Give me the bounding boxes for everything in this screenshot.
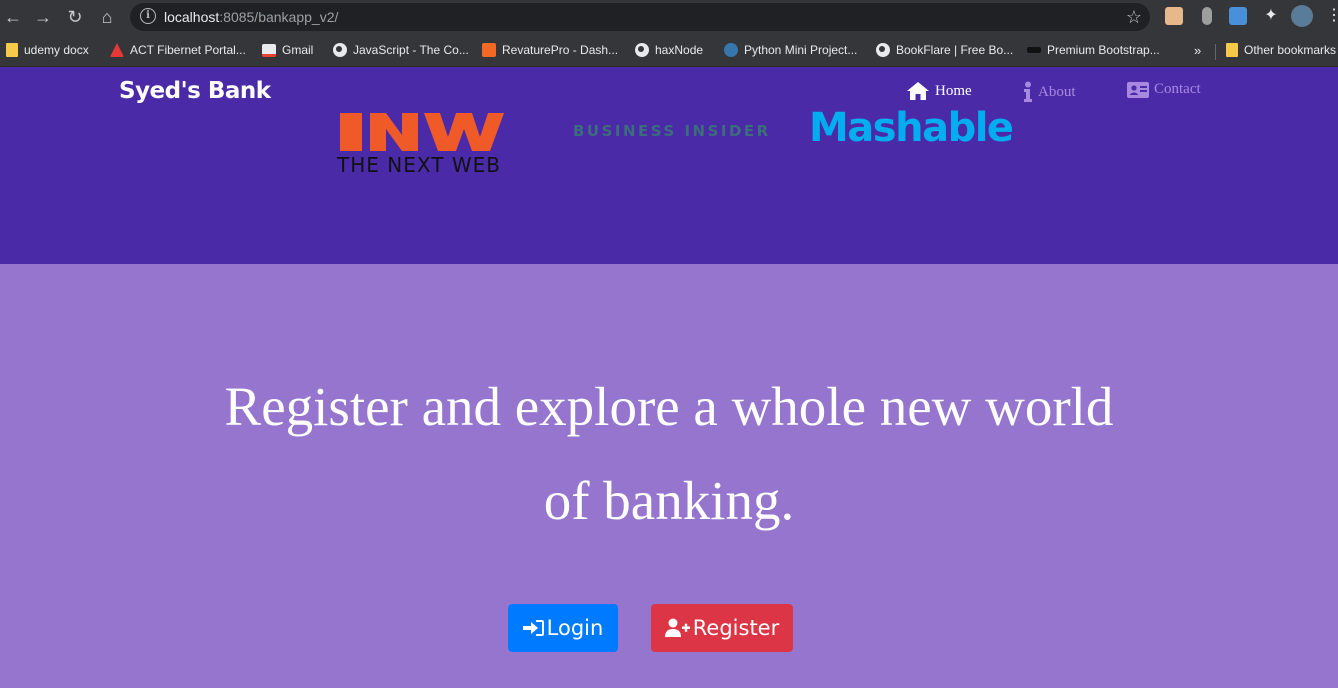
folder-icon: [1226, 43, 1238, 57]
extension-face-icon[interactable]: [1165, 7, 1183, 25]
login-button[interactable]: Login: [508, 604, 618, 652]
home-icon: [907, 82, 929, 100]
globe-icon: [876, 43, 890, 57]
bookmark-python-mini[interactable]: Python Mini Project...: [724, 41, 857, 59]
act-icon: [110, 43, 124, 57]
extension-bulb-icon[interactable]: [1202, 7, 1212, 25]
tnw-caption: THE NEXT WEB: [337, 153, 501, 177]
extension-screen-icon[interactable]: [1229, 7, 1247, 25]
address-bar[interactable]: i localhost:8085/bankapp_v2/ ☆: [130, 3, 1150, 31]
headline-line-1: Register and explore a whole new world: [224, 376, 1114, 437]
tnw-mark: [340, 113, 504, 151]
nav-contact[interactable]: Contact: [1127, 81, 1201, 98]
brand-logo[interactable]: Syed's Bank: [119, 78, 271, 104]
bookmark-revaturepro[interactable]: RevaturePro - Dash...: [482, 41, 618, 59]
site-header: Syed's Bank Home About Contact THE NEXT …: [0, 67, 1338, 264]
profile-avatar[interactable]: [1291, 5, 1313, 27]
bookmark-premium-bootstrap[interactable]: Premium Bootstrap...: [1027, 41, 1160, 59]
mashable-logo: Mashable: [809, 105, 1014, 151]
bookmark-udemy-docx[interactable]: udemy docx: [6, 41, 89, 59]
browser-toolbar: ← → ↻ ⌂ i localhost:8085/bankapp_v2/ ☆ ✦…: [0, 0, 1338, 34]
bookmark-bookflare[interactable]: BookFlare | Free Bo...: [876, 41, 1013, 59]
bootstrap-icon: [1027, 47, 1041, 53]
bookmark-act-fibernet[interactable]: ACT Fibernet Portal...: [110, 41, 246, 59]
gmail-icon: [262, 43, 276, 57]
forward-arrow-icon[interactable]: →: [32, 6, 54, 28]
bookmark-star-icon[interactable]: ☆: [1126, 7, 1142, 28]
user-plus-icon: [664, 618, 690, 637]
headline-line-2: of banking.: [543, 470, 795, 531]
contact-card-icon: [1127, 81, 1149, 98]
bookmark-javascript[interactable]: JavaScript - The Co...: [333, 41, 469, 59]
revature-icon: [482, 43, 496, 57]
business-insider-logo: BUSINESS INSIDER: [573, 122, 771, 140]
url-text[interactable]: localhost:8085/bankapp_v2/: [164, 9, 338, 25]
back-arrow-icon[interactable]: ←: [2, 6, 24, 28]
info-icon: [1024, 81, 1032, 102]
nav-home[interactable]: Home: [906, 81, 972, 101]
other-bookmarks[interactable]: Other bookmarks: [1226, 41, 1336, 59]
python-icon: [724, 43, 738, 57]
globe-icon: [333, 43, 347, 57]
home-browser-icon[interactable]: ⌂: [96, 6, 118, 28]
bookmarks-bar: udemy docx ACT Fibernet Portal... Gmail …: [0, 34, 1338, 67]
bookmark-haxnode[interactable]: haxNode: [635, 41, 703, 59]
tnw-logo: THE NEXT WEB: [326, 113, 512, 177]
extensions-puzzle-icon[interactable]: ✦: [1262, 7, 1280, 25]
bookmarks-divider: [1215, 44, 1216, 60]
hero-headline: Register and explore a whole new world o…: [0, 360, 1338, 548]
nav-about[interactable]: About: [1023, 81, 1076, 103]
register-button[interactable]: Register: [651, 604, 793, 652]
globe-icon: [635, 43, 649, 57]
bookmark-gmail[interactable]: Gmail: [262, 41, 313, 59]
folder-icon: [6, 43, 18, 57]
site-info-icon[interactable]: i: [140, 8, 156, 24]
browser-menu-icon[interactable]: ⋮: [1326, 7, 1338, 25]
reload-icon[interactable]: ↻: [64, 6, 86, 28]
more-bookmarks-chevron[interactable]: »: [1194, 41, 1201, 59]
sign-in-icon: [522, 620, 544, 636]
